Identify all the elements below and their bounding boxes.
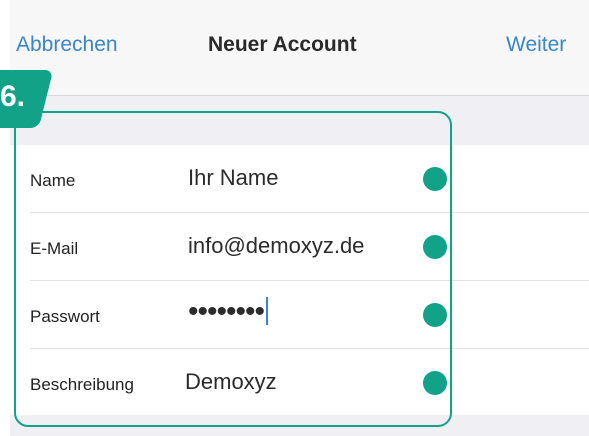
description-label: Beschreibung [30, 375, 134, 394]
description-row[interactable]: Beschreibung Demoxyz [10, 349, 589, 417]
next-button[interactable]: Weiter [506, 33, 566, 57]
navigation-bar: Abbrechen Neuer Account Weiter [10, 0, 589, 96]
name-label: Name [30, 171, 76, 190]
marker-dot [423, 235, 447, 259]
description-field[interactable]: Demoxyz [185, 369, 277, 395]
page-title: Neuer Account [208, 33, 357, 56]
name-field[interactable]: Ihr Name [188, 165, 278, 191]
password-dots: •••••••• [188, 295, 265, 328]
marker-dot [423, 167, 447, 191]
account-form: Name Ihr Name E-Mail info@demoxyz.de Pas… [10, 145, 589, 415]
name-row[interactable]: Name Ihr Name [10, 145, 589, 213]
password-row[interactable]: Passwort •••••••• [10, 281, 589, 349]
mail-account-screen: Abbrechen Neuer Account Weiter Name Ihr … [0, 0, 589, 436]
text-cursor [266, 297, 269, 326]
email-label: E-Mail [30, 239, 79, 258]
step-number: 6. [0, 80, 26, 113]
cancel-button[interactable]: Abbrechen [16, 33, 118, 57]
email-row[interactable]: E-Mail info@demoxyz.de [10, 213, 589, 281]
email-field[interactable]: info@demoxyz.de [188, 233, 364, 259]
marker-dot [423, 371, 447, 395]
password-field[interactable]: •••••••• [188, 295, 269, 329]
password-label: Passwort [30, 307, 100, 326]
marker-dot [423, 303, 447, 327]
